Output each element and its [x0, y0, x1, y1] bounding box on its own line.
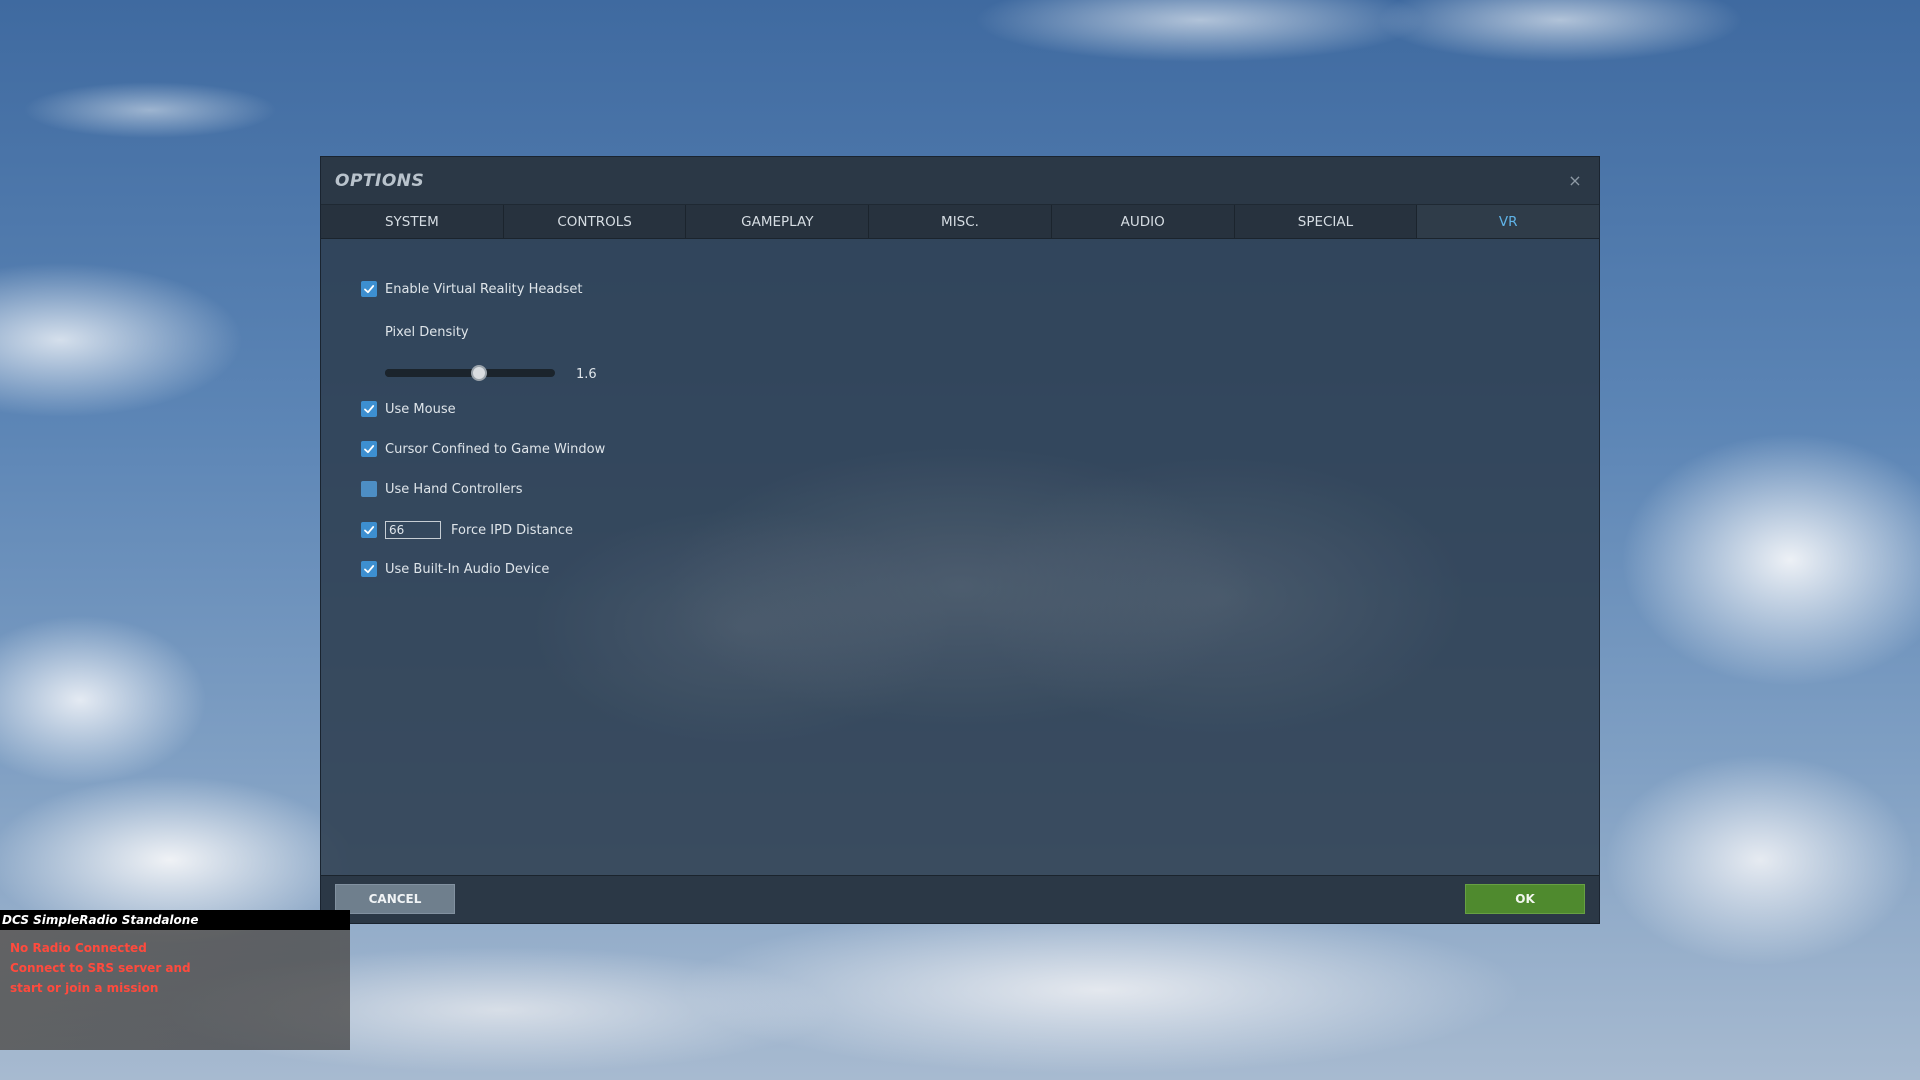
cursor-confined-label: Cursor Confined to Game Window: [385, 441, 606, 457]
title-bar: OPTIONS ×: [321, 157, 1599, 205]
ipd-distance-input[interactable]: [385, 521, 441, 539]
srs-status-line: start or join a mission: [10, 981, 159, 995]
pixel-density-slider-thumb[interactable]: [470, 365, 487, 381]
srs-status-line: Connect to SRS server and: [10, 961, 191, 975]
cancel-button[interactable]: CANCEL: [335, 884, 455, 914]
use-mouse-row[interactable]: Use Mouse: [361, 401, 456, 417]
builtin-audio-label: Use Built-In Audio Device: [385, 561, 550, 577]
ok-button[interactable]: OK: [1465, 884, 1585, 914]
dialog-footer: CANCEL OK: [321, 875, 1599, 923]
hand-controllers-row[interactable]: Use Hand Controllers: [361, 481, 523, 497]
pixel-density-value: 1.6: [576, 367, 597, 382]
pixel-density-row: Pixel Density: [385, 325, 469, 340]
pixel-density-label: Pixel Density: [385, 325, 469, 340]
tab-system[interactable]: SYSTEM: [321, 205, 504, 238]
force-ipd-checkbox[interactable]: [361, 522, 377, 538]
checkmark-icon: [364, 526, 375, 535]
cursor-confined-row[interactable]: Cursor Confined to Game Window: [361, 441, 605, 457]
checkmark-icon: [364, 565, 375, 574]
tab-bar: SYSTEM CONTROLS GAMEPLAY MISC. AUDIO SPE…: [321, 205, 1600, 239]
builtin-audio-checkbox[interactable]: [361, 561, 377, 577]
options-dialog: OPTIONS × SYSTEM CONTROLS GAMEPLAY MISC.…: [320, 156, 1600, 924]
srs-status: No Radio Connected Connect to SRS server…: [0, 930, 350, 1006]
builtin-audio-row[interactable]: Use Built-In Audio Device: [361, 561, 549, 577]
srs-overlay: DCS SimpleRadio Standalone No Radio Conn…: [0, 910, 350, 1050]
checkmark-icon: [364, 405, 375, 414]
checkmark-icon: [364, 285, 375, 294]
tab-controls[interactable]: CONTROLS: [504, 205, 687, 238]
enable-vr-label: Enable Virtual Reality Headset: [385, 281, 583, 297]
enable-vr-checkbox[interactable]: [361, 281, 377, 297]
force-ipd-label: Force IPD Distance: [451, 522, 573, 538]
tab-audio[interactable]: AUDIO: [1052, 205, 1235, 238]
tab-vr[interactable]: VR: [1417, 205, 1600, 238]
force-ipd-row[interactable]: Force IPD Distance: [361, 521, 573, 539]
hand-controllers-checkbox[interactable]: [361, 481, 377, 497]
tab-misc[interactable]: MISC.: [869, 205, 1052, 238]
dialog-title: OPTIONS: [335, 170, 425, 191]
use-mouse-checkbox[interactable]: [361, 401, 377, 417]
vr-settings-panel: Enable Virtual Reality Headset Pixel Den…: [321, 241, 1599, 875]
tab-gameplay[interactable]: GAMEPLAY: [686, 205, 870, 238]
pixel-density-slider-fill: [385, 369, 479, 377]
srs-title: DCS SimpleRadio Standalone: [0, 910, 350, 930]
tab-special[interactable]: SPECIAL: [1235, 205, 1418, 238]
close-icon[interactable]: ×: [1565, 171, 1585, 190]
use-mouse-label: Use Mouse: [385, 401, 456, 417]
srs-status-line: No Radio Connected: [10, 941, 147, 955]
checkmark-icon: [364, 445, 375, 454]
hand-controllers-label: Use Hand Controllers: [385, 481, 523, 497]
cursor-confined-checkbox[interactable]: [361, 441, 377, 457]
enable-vr-row[interactable]: Enable Virtual Reality Headset: [361, 281, 582, 297]
pixel-density-slider[interactable]: [385, 365, 555, 381]
